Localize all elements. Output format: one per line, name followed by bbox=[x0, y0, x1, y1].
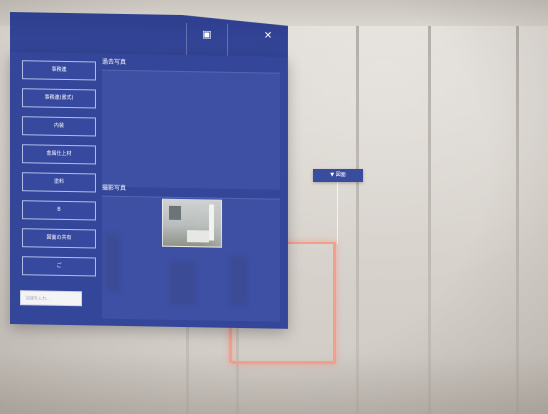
nav-button-interior[interactable]: 内装 bbox=[22, 116, 96, 137]
wall-anchor-tag-label: ▼ 図面 bbox=[330, 172, 346, 178]
nav-button-label: 塗料 bbox=[53, 178, 64, 185]
titlebar-divider bbox=[227, 24, 228, 56]
close-button[interactable]: ✕ bbox=[248, 24, 288, 59]
taken-photo-thumbnail[interactable] bbox=[162, 198, 222, 248]
nav-button-b[interactable]: B bbox=[22, 200, 96, 221]
nav-button-label: 内装 bbox=[53, 122, 64, 129]
nav-button-label: ご bbox=[56, 262, 62, 269]
panel-titlebar[interactable]: ▣ ✕ bbox=[10, 12, 288, 58]
nav-button-label: B bbox=[57, 206, 61, 213]
nav-button-jimuren[interactable]: 事務連 bbox=[22, 60, 96, 81]
display-icon: ▣ bbox=[202, 29, 212, 41]
taken-photos-title: 撮影写真 bbox=[102, 184, 127, 193]
nav-button-label: 事務連 bbox=[51, 66, 67, 73]
record-input[interactable]: 記録を入力... bbox=[20, 290, 82, 307]
thumbnail-detail bbox=[187, 230, 209, 243]
nav-button-drawing-share[interactable]: 図面の共有 bbox=[22, 228, 96, 249]
nav-button-label: 図面の共有 bbox=[46, 234, 72, 242]
close-icon: ✕ bbox=[263, 30, 273, 42]
nav-button-label: 事務連(書式) bbox=[44, 94, 74, 102]
display-button[interactable]: ▣ bbox=[187, 23, 227, 58]
nav-button-extra[interactable]: ご bbox=[22, 256, 96, 277]
record-input-placeholder: 記録を入力... bbox=[26, 295, 50, 301]
nav-button-jimuren-format[interactable]: 事務連(書式) bbox=[22, 88, 96, 109]
nav-button-metal-finish[interactable]: 金属仕上材 bbox=[22, 144, 96, 165]
wall-tag-leader-line bbox=[337, 182, 338, 244]
nav-button-label: 金属仕上材 bbox=[46, 150, 72, 158]
holographic-panel[interactable]: ▣ ✕ 事務連 事務連(書式) 内装 金属仕上材 塗料 B 図面の共有 ご 記録… bbox=[10, 12, 288, 329]
panel-body: 事務連 事務連(書式) 内装 金属仕上材 塗料 B 図面の共有 ご 記録を入力.… bbox=[10, 52, 288, 329]
thumbnail-detail bbox=[209, 204, 214, 241]
nav-button-paint[interactable]: 塗料 bbox=[22, 172, 96, 193]
wall-anchor-tag[interactable]: ▼ 図面 bbox=[313, 169, 363, 182]
past-photos-title: 過去写真 bbox=[102, 58, 127, 67]
past-photos-area[interactable] bbox=[102, 69, 280, 190]
thumbnail-detail bbox=[169, 205, 181, 220]
